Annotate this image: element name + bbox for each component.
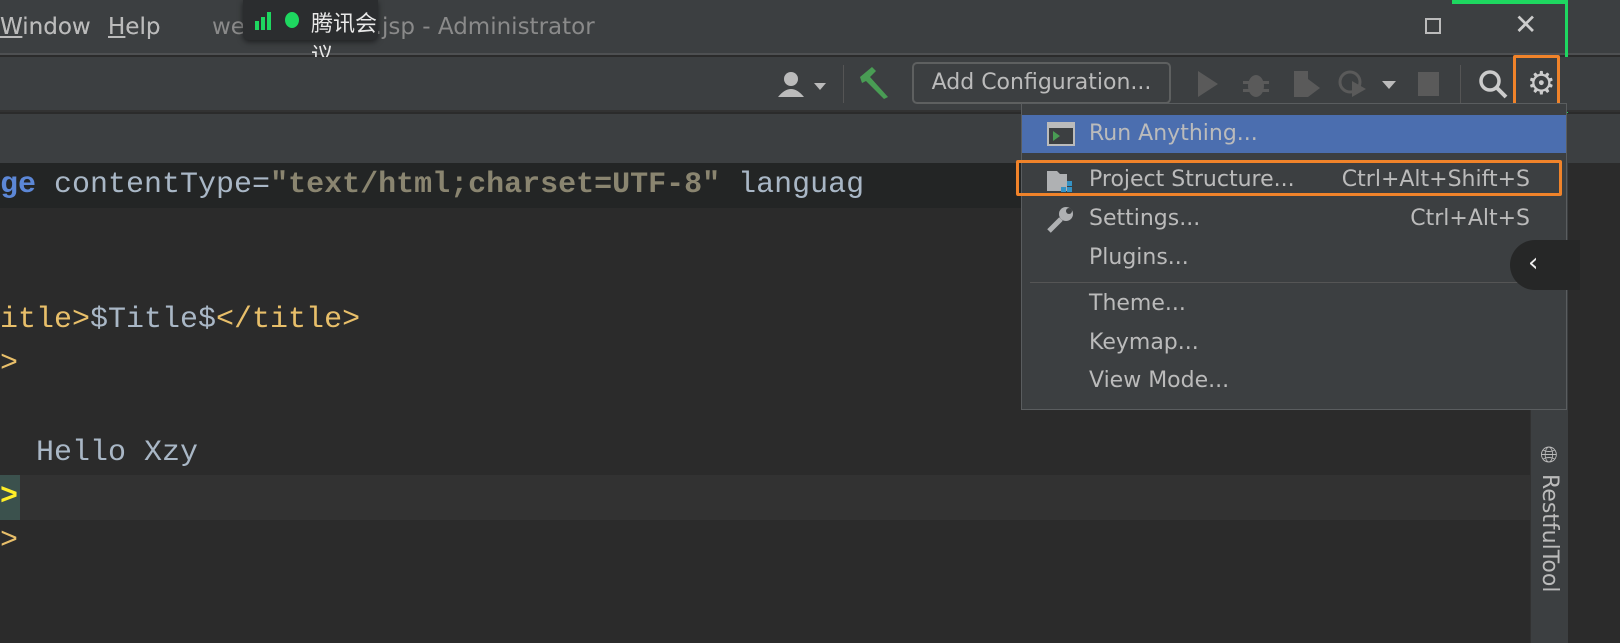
user-icon[interactable]	[778, 71, 828, 99]
divider	[1460, 65, 1461, 103]
globe-icon: 🌐︎	[1537, 445, 1562, 467]
menu-item-run-anything[interactable]: Run Anything...	[1022, 115, 1566, 153]
restfultool-tab[interactable]: 🌐︎ RestfulTool	[1537, 445, 1562, 592]
menu-item-label: Theme...	[1089, 291, 1186, 316]
wrench-icon	[1047, 207, 1073, 233]
debug-icon[interactable]	[1243, 69, 1269, 99]
keyword: ge	[0, 168, 37, 202]
mnemonic: H	[108, 14, 126, 40]
search-icon[interactable]	[1478, 69, 1508, 99]
code-line: >	[0, 524, 19, 558]
string: "text/html;charset=UTF-8"	[270, 168, 721, 202]
menu-item-label: View Mode...	[1089, 368, 1230, 393]
menu-item-label: Keymap...	[1089, 330, 1199, 355]
settings-popup-menu: Run Anything... Project Structure... Ctrl…	[1021, 103, 1567, 410]
profile-icon[interactable]	[1338, 69, 1400, 99]
text: $Title$	[90, 303, 217, 337]
menu-mnemonic-overlay: Help	[108, 14, 160, 40]
tag: </title>	[216, 303, 361, 337]
tencent-meeting-overlay[interactable]: 腾讯会议	[243, 0, 378, 69]
attr: contentType=	[36, 168, 271, 202]
menu-item-label: Settings...	[1089, 206, 1201, 231]
restore-icon[interactable]	[1425, 18, 1441, 34]
stop-icon[interactable]	[1418, 72, 1439, 96]
code-line-current: >	[0, 475, 1530, 520]
tag-matched: >	[0, 475, 20, 520]
shortcut: Ctrl+Alt+S	[1410, 206, 1530, 231]
menu-label-rest: indow	[22, 14, 91, 40]
coverage-icon[interactable]	[1292, 69, 1322, 99]
menu-item-keymap[interactable]: Keymap...	[1022, 324, 1566, 362]
attr: languag	[720, 168, 865, 202]
mnemonic: W	[0, 14, 23, 40]
run-anything-icon	[1047, 122, 1075, 146]
menu-item-plugins[interactable]: Plugins...	[1022, 239, 1566, 277]
tool-label: RestfulTool	[1537, 474, 1562, 593]
menu-item-label: Run Anything...	[1089, 121, 1258, 146]
separator	[1030, 282, 1558, 283]
menu-help[interactable]: Help Help	[108, 14, 160, 40]
code-line: itle>$Title$</title>	[0, 298, 360, 343]
project-structure-highlight-box	[1016, 160, 1562, 196]
divider	[843, 65, 844, 103]
add-configuration-button[interactable]: Add Configuration...	[912, 62, 1171, 104]
chevron-left-icon[interactable]: ‹	[1510, 240, 1580, 290]
status-dot-icon	[285, 12, 299, 28]
code-line: >	[0, 347, 19, 381]
menu-window[interactable]: Window Window	[0, 14, 91, 40]
close-icon[interactable]: ✕	[1514, 8, 1537, 41]
run-icon[interactable]	[1196, 71, 1218, 97]
menu-item-settings[interactable]: Settings... Ctrl+Alt+S	[1022, 200, 1566, 238]
tag: itle>	[0, 303, 91, 337]
code-line: Hello Xzy	[0, 436, 199, 470]
green-border	[1452, 0, 1568, 4]
build-hammer-icon[interactable]	[858, 67, 892, 99]
menu-item-theme[interactable]: Theme...	[1022, 285, 1566, 323]
signal-icon	[255, 12, 271, 30]
menu-item-label: Plugins...	[1089, 245, 1189, 270]
menu-mnemonic-overlay: Window	[0, 14, 91, 40]
menu-item-view-mode[interactable]: View Mode...	[1022, 362, 1566, 400]
title-bar: Window Window Help Help web01 - index.jsp …	[0, 0, 1620, 113]
menu-label-rest: elp	[125, 14, 161, 40]
